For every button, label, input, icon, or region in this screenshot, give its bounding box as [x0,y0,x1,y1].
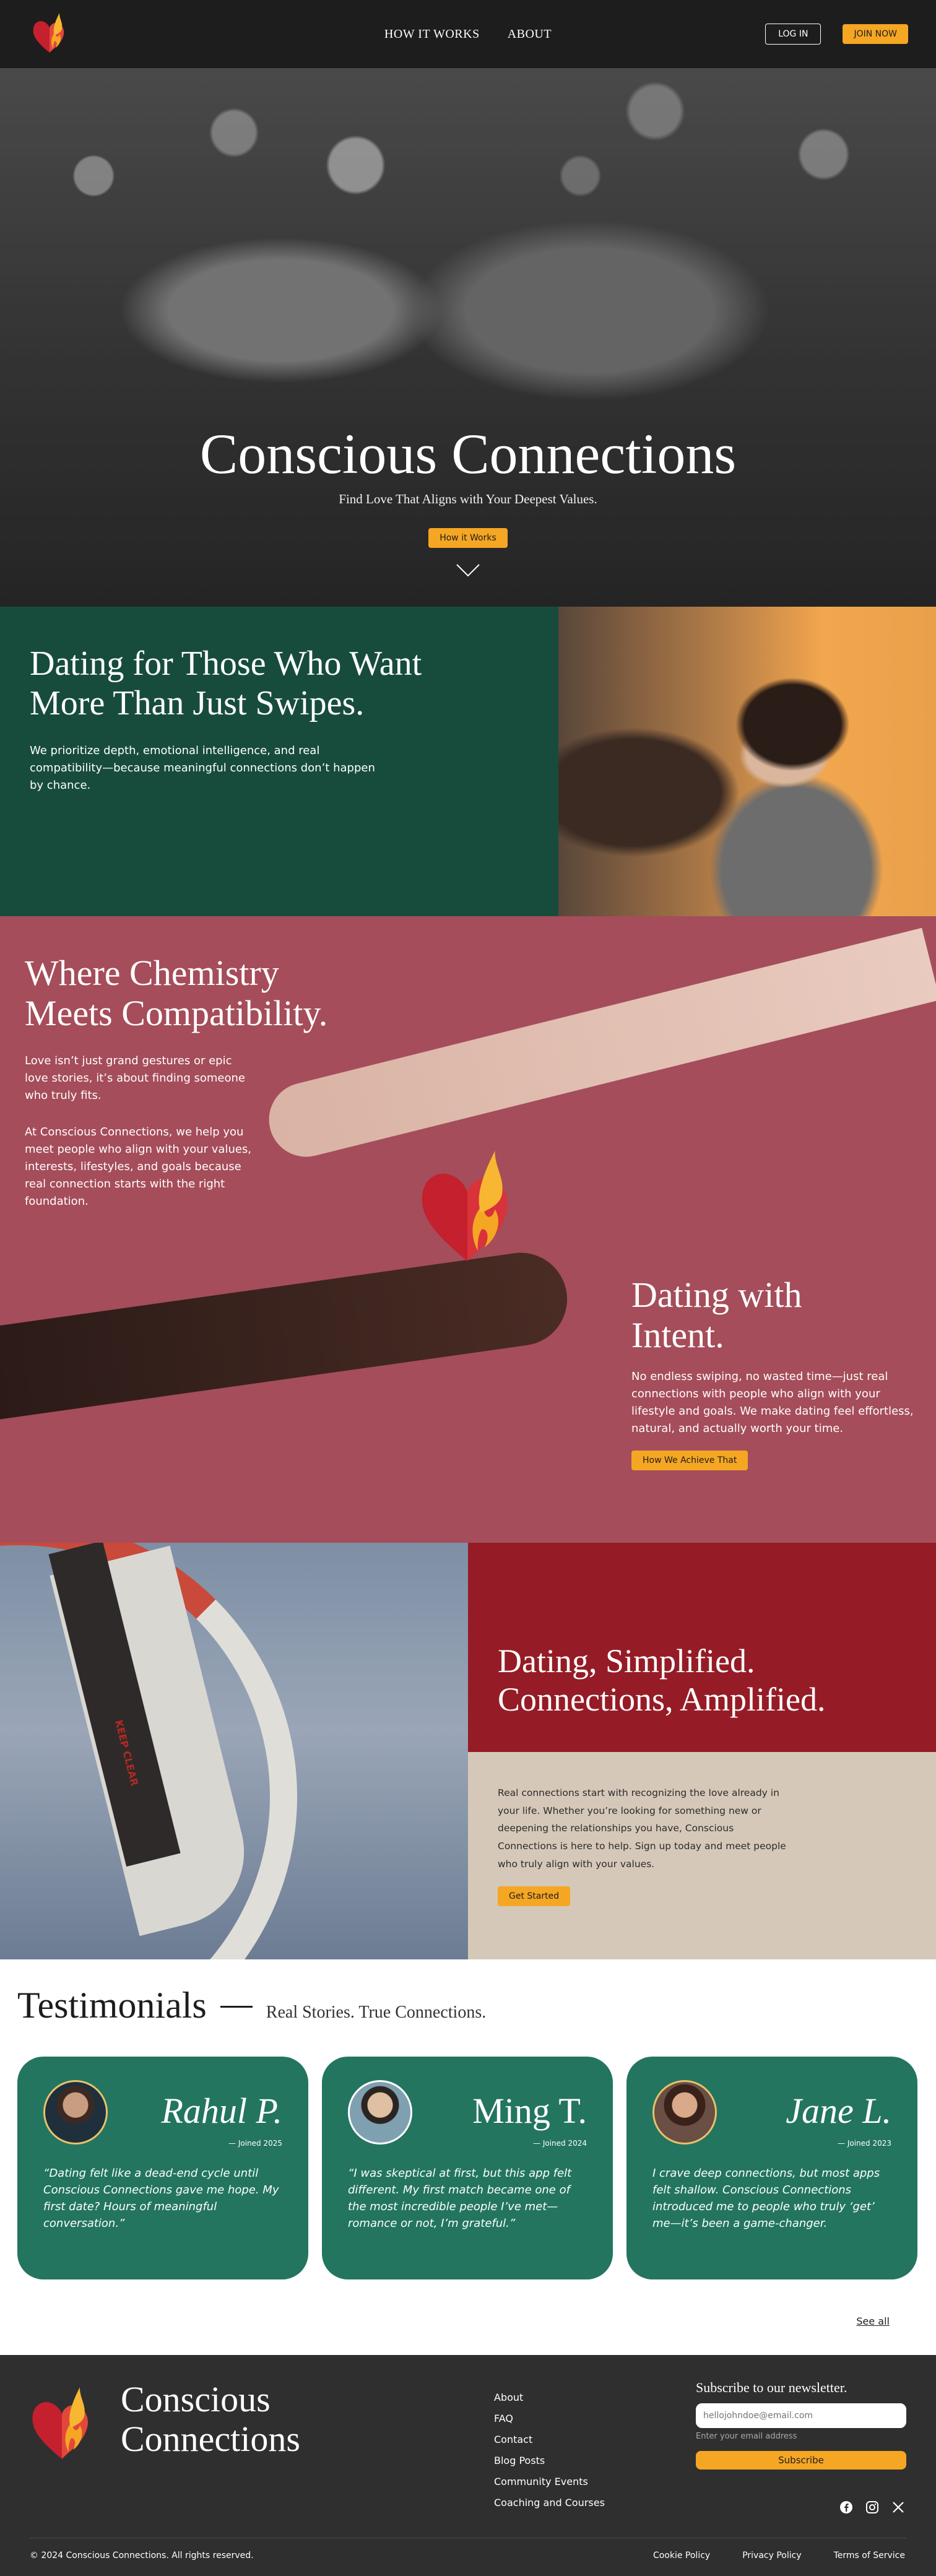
hero-content: Conscious Connections Find Love That Ali… [0,421,936,548]
top-nav: HOW IT WORKS ABOUT LOG IN JOIN NOW [0,0,936,68]
cookie-policy-link[interactable]: Cookie Policy [653,2551,710,2561]
chemistry-title-line2: Meets Compatibility. [25,992,328,1033]
footer-link-contact[interactable]: Contact [494,2429,605,2450]
hero-section: Conscious Connections Find Love That Ali… [0,68,936,607]
intro-title: Dating for Those Who Want More Than Just… [30,644,529,724]
testimonials-header: Testimonials Real Stories. True Connecti… [17,1984,919,2027]
footer-brand-line2: Connections [121,2418,300,2459]
hero-subtitle: Find Love That Aligns with Your Deepest … [339,492,597,506]
testimonial-name: Ming T. [472,2091,587,2131]
heart-flame-icon [422,1151,508,1261]
chemistry-title-line1: Where Chemistry [25,953,279,993]
intent-text: No endless swiping, no wasted time—just … [631,1369,914,1435]
footer-links: About FAQ Contact Blog Posts Community E… [494,2387,605,2513]
intro-text: We prioritize depth, emotional intellige… [30,744,375,792]
instagram-icon[interactable] [865,2500,879,2514]
footer-link-events[interactable]: Community Events [494,2471,605,2492]
email-hint: Enter your email address [696,2432,797,2441]
newsletter: Subscribe to our newsletter. Enter your … [696,2380,906,2470]
testimonials-title: Testimonials [17,1985,207,2026]
social-links [839,2500,905,2514]
testimonial-quote: I crave deep connections, but most apps … [652,2166,880,2230]
intro-title-line1: Dating for Those Who Want [30,644,422,683]
chemistry-title: Where Chemistry Meets Compatibility. [25,953,327,1034]
how-it-works-button[interactable]: How it Works [428,528,508,548]
heart-flame-logo-icon [33,13,64,53]
testimonial-name: Rahul P. [161,2091,283,2131]
testimonials-section: Testimonials Real Stories. True Connecti… [0,1959,936,2355]
footer-brand: Conscious Connections [121,2380,300,2459]
reaching-hand-photo [261,927,936,1165]
simplified-section: KEEP CLEAR Dating, Simplified. Connectio… [0,1543,936,1959]
title-dash [220,2006,253,2008]
testimonial-joined: — Joined 2024 [533,2138,587,2148]
privacy-policy-link[interactable]: Privacy Policy [742,2551,801,2561]
join-now-button[interactable]: JOIN NOW [843,24,908,44]
get-started-button[interactable]: Get Started [498,1886,571,1907]
simplified-title-line2: Connections, Amplified. [498,1681,826,1719]
x-icon[interactable] [891,2500,905,2514]
simplified-text: Real connections start with recognizing … [498,1787,786,1870]
simplified-text-block: Real connections start with recognizing … [468,1752,936,1959]
nav-about[interactable]: ABOUT [508,27,552,41]
email-field[interactable] [696,2403,906,2428]
how-we-achieve-button[interactable]: How We Achieve That [631,1451,748,1471]
intent-title-line2: Intent. [631,1314,724,1355]
login-button[interactable]: LOG IN [765,24,821,45]
newsletter-title: Subscribe to our newsletter. [696,2380,847,2395]
footer-link-faq[interactable]: FAQ [494,2408,605,2429]
terms-link[interactable]: Terms of Service [834,2551,905,2561]
footer-link-about[interactable]: About [494,2387,605,2408]
facebook-icon[interactable] [839,2500,853,2514]
avatar [348,2080,412,2144]
testimonial-joined: — Joined 2025 [228,2138,282,2148]
nav-actions: LOG IN JOIN NOW [765,24,908,45]
open-hand-photo [0,1246,573,1422]
footer: Conscious Connections About FAQ Contact … [0,2355,936,2576]
testimonial-card: Ming T. — Joined 2024 “I was skeptical a… [322,2057,613,2279]
logo[interactable] [31,11,68,58]
see-all-link[interactable]: See all [856,2315,890,2327]
legal-links: Cookie Policy Privacy Policy Terms of Se… [653,2551,905,2561]
intent-block: Dating with Intent. No endless swiping, … [631,1275,916,1471]
primary-nav: HOW IT WORKS ABOUT [384,27,552,41]
testimonial-cards: Rahul P. — Joined 2025 “Dating felt like… [17,2057,919,2279]
copyright: © 2024 Conscious Connections. All rights… [30,2551,254,2561]
footer-link-blog[interactable]: Blog Posts [494,2450,605,2471]
testimonial-quote: “I was skeptical at first, but this app … [348,2166,572,2230]
simplified-title-line1: Dating, Simplified. [498,1642,755,1680]
chemistry-text-2: At Conscious Connections, we help you me… [25,1125,252,1208]
subscribe-button[interactable]: Subscribe [696,2451,906,2470]
testimonial-joined: — Joined 2023 [838,2138,891,2148]
intent-title: Dating with Intent. [631,1275,916,1356]
footer-brand-line1: Conscious [121,2379,271,2419]
intro-text-block: Dating for Those Who Want More Than Just… [0,607,558,916]
testimonial-card: Jane L. — Joined 2023 I crave deep conne… [626,2057,917,2279]
avatar [652,2080,717,2144]
heart-flame-logo-icon[interactable] [28,2383,96,2463]
simplified-title: Dating, Simplified. Connections, Amplifi… [498,1642,906,1719]
testimonial-card: Rahul P. — Joined 2025 “Dating felt like… [17,2057,308,2279]
avatar [43,2080,108,2144]
nav-how-it-works[interactable]: HOW IT WORKS [384,27,480,41]
intro-title-line2: More Than Just Swipes. [30,684,365,723]
chemistry-text-1: Love isn’t just grand gestures or epic l… [25,1054,245,1102]
couple-photo [558,607,936,916]
hero-title: Conscious Connections [199,422,737,485]
intro-section: Dating for Those Who Want More Than Just… [0,607,936,916]
chemistry-section: Where Chemistry Meets Compatibility. Lov… [0,916,936,1543]
simplified-content: Dating, Simplified. Connections, Amplifi… [468,1543,936,1959]
intent-title-line1: Dating with [631,1275,802,1315]
simplified-title-block: Dating, Simplified. Connections, Amplifi… [468,1543,936,1752]
testimonials-subtitle: Real Stories. True Connections. [266,2003,487,2022]
testimonial-quote: “Dating felt like a dead-end cycle until… [43,2166,279,2230]
chevron-down-icon[interactable] [456,563,480,577]
footer-link-coaching[interactable]: Coaching and Courses [494,2492,605,2513]
testimonial-name: Jane L. [786,2091,891,2131]
amusement-ride-photo: KEEP CLEAR [0,1543,468,1959]
